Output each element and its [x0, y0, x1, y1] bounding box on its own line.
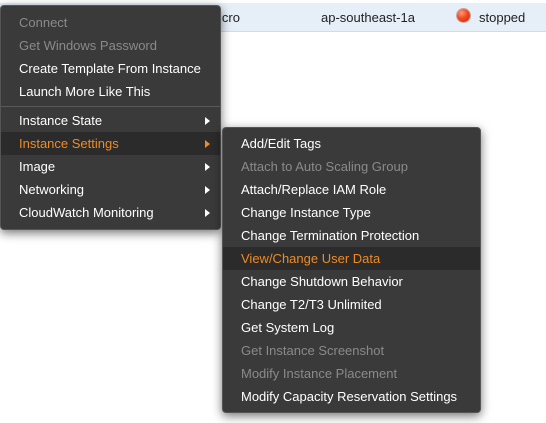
menu-item-instance-settings[interactable]: Instance Settings [1, 132, 220, 155]
submenu-item-change-t2-t3-unlimited[interactable]: Change T2/T3 Unlimited [223, 293, 480, 316]
availability-zone-cell: ap-southeast-1a [321, 10, 415, 25]
menu-item-networking[interactable]: Networking [1, 178, 220, 201]
submenu-item-get-system-log[interactable]: Get System Log [223, 316, 480, 339]
menu-item-launch-more-like-this[interactable]: Launch More Like This [1, 80, 220, 103]
menu-item-get-windows-password[interactable]: Get Windows Password [1, 34, 220, 57]
submenu-arrow-icon [205, 209, 210, 217]
instance-settings-submenu: Add/Edit Tags Attach to Auto Scaling Gro… [222, 127, 481, 413]
menu-item-cloudwatch-monitoring[interactable]: CloudWatch Monitoring [1, 201, 220, 224]
submenu-item-change-instance-type[interactable]: Change Instance Type [223, 201, 480, 224]
submenu-arrow-icon [205, 163, 210, 171]
instance-type-cell: icro [219, 10, 240, 25]
menu-item-create-template-from-instance[interactable]: Create Template From Instance [1, 57, 220, 80]
submenu-item-modify-instance-placement[interactable]: Modify Instance Placement [223, 362, 480, 385]
submenu-item-attach-to-auto-scaling-group[interactable]: Attach to Auto Scaling Group [223, 155, 480, 178]
menu-item-connect[interactable]: Connect [1, 11, 220, 34]
instance-actions-context-menu: Connect Get Windows Password Create Temp… [0, 5, 221, 230]
status-stopped-icon [457, 9, 470, 22]
submenu-item-change-termination-protection[interactable]: Change Termination Protection [223, 224, 480, 247]
submenu-item-get-instance-screenshot[interactable]: Get Instance Screenshot [223, 339, 480, 362]
menu-item-image[interactable]: Image [1, 155, 220, 178]
submenu-arrow-icon [205, 140, 210, 148]
submenu-item-change-shutdown-behavior[interactable]: Change Shutdown Behavior [223, 270, 480, 293]
submenu-item-add-edit-tags[interactable]: Add/Edit Tags [223, 132, 480, 155]
submenu-arrow-icon [205, 117, 210, 125]
menu-separator [1, 106, 220, 107]
menu-item-instance-state[interactable]: Instance State [1, 109, 220, 132]
submenu-item-view-change-user-data[interactable]: View/Change User Data [223, 247, 480, 270]
instance-state-cell: stopped [479, 10, 526, 25]
submenu-item-attach-replace-iam-role[interactable]: Attach/Replace IAM Role [223, 178, 480, 201]
submenu-item-modify-capacity-reservation-settings[interactable]: Modify Capacity Reservation Settings [223, 385, 480, 408]
submenu-arrow-icon [205, 186, 210, 194]
